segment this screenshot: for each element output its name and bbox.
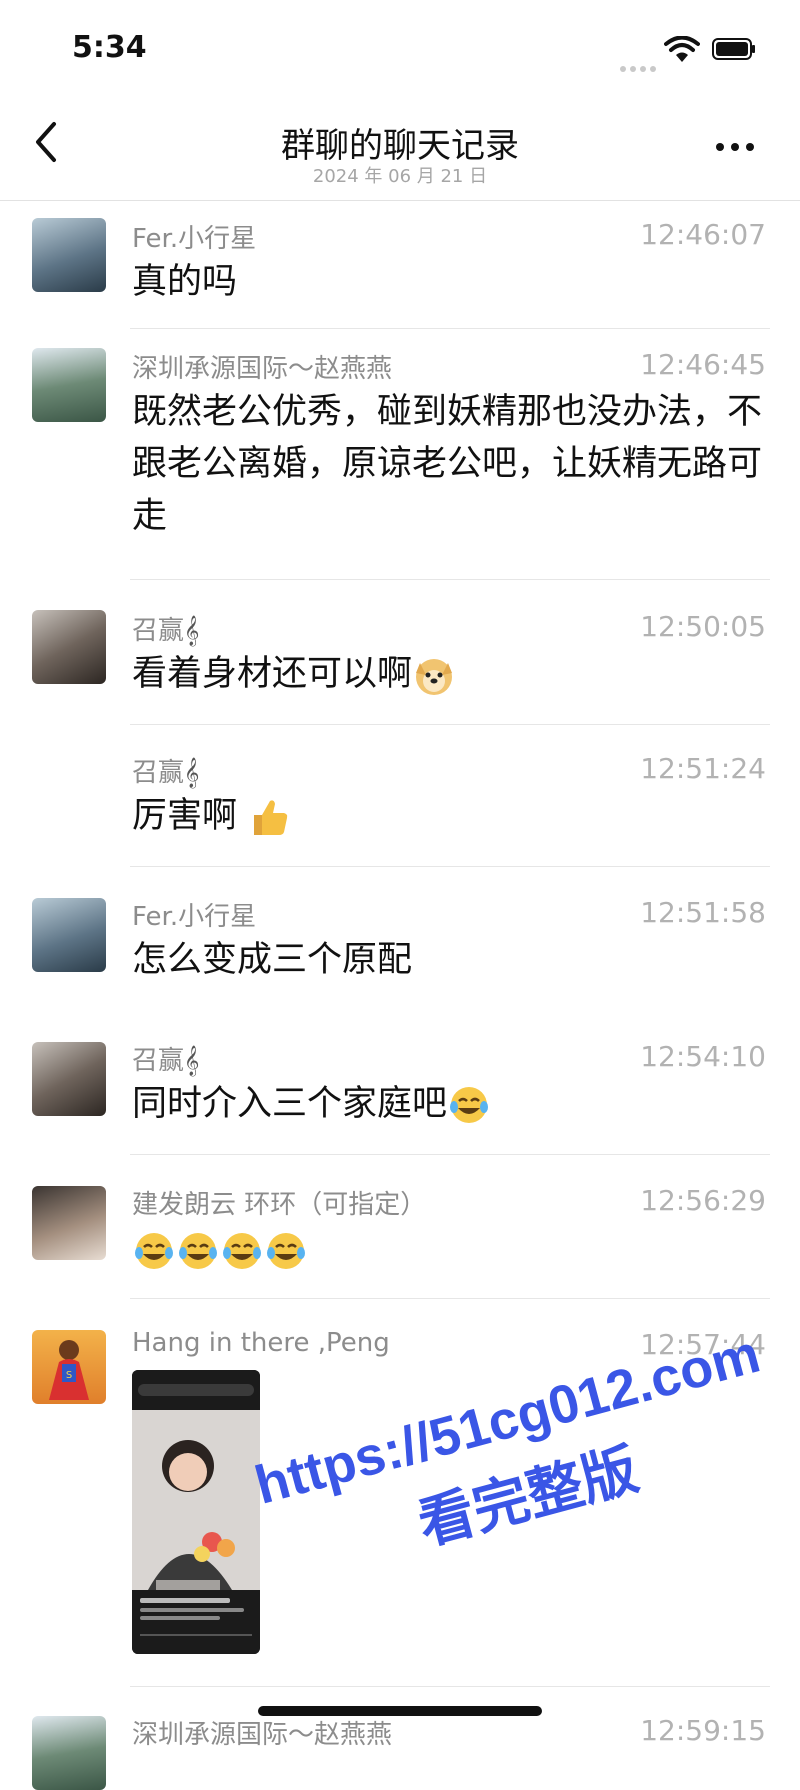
sender-name: Fer.小行星 xyxy=(132,902,257,932)
message-text-content: 同时介入三个家庭吧 xyxy=(132,1084,448,1124)
message-time: 12:46:07 xyxy=(640,218,766,251)
message-time: 12:56:29 xyxy=(640,1184,766,1217)
chat-date: 2024 年 06 月 21 日 xyxy=(312,166,488,187)
message-text: 真的吗 xyxy=(132,262,238,302)
page-title: 群聊的聊天记录 xyxy=(281,126,519,166)
sender-name: Hang in there ,Peng xyxy=(132,1328,390,1358)
tears-of-joy-emoji-icon xyxy=(179,1233,217,1269)
avatar[interactable]: S xyxy=(32,1330,106,1404)
avatar[interactable] xyxy=(32,1716,106,1790)
divider xyxy=(130,866,770,867)
message-time: 12:51:24 xyxy=(640,752,766,785)
sender-name: 召赢𝄞 xyxy=(132,752,199,789)
message-text: 厉害啊 xyxy=(132,790,762,842)
message-time: 12:51:58 xyxy=(640,896,766,929)
cellular-signal-icon xyxy=(620,57,660,72)
divider xyxy=(130,1298,770,1299)
divider xyxy=(130,328,770,329)
home-indicator xyxy=(258,1706,542,1716)
sender-name-text: 召赢 xyxy=(132,616,185,646)
message-text: 看着身材还可以啊 xyxy=(132,648,762,700)
svg-text:S: S xyxy=(66,1370,72,1381)
message-text-content: 厉害啊 xyxy=(132,796,238,836)
sender-name: 建发朗云 环环（可指定） xyxy=(132,1190,427,1220)
avatar[interactable] xyxy=(32,1186,106,1260)
message-time: 12:59:15 xyxy=(640,1714,766,1747)
message-text: 同时介入三个家庭吧 xyxy=(132,1078,762,1130)
sender-name: 召赢𝄞 xyxy=(132,1040,199,1077)
message-text: 怎么变成三个原配 xyxy=(132,940,413,980)
sender-name: 深圳承源国际～赵燕燕 xyxy=(132,354,393,384)
music-note-icon: 𝄞 xyxy=(184,1046,200,1076)
sender-name: Fer.小行星 xyxy=(132,224,257,254)
message-text-content: 看着身材还可以啊 xyxy=(132,654,413,694)
sender-name-text: 召赢 xyxy=(132,758,185,788)
divider xyxy=(130,579,770,580)
tears-of-joy-emoji-icon xyxy=(223,1233,261,1269)
tears-of-joy-emoji-icon xyxy=(267,1233,305,1269)
superhero-avatar-icon: S xyxy=(49,1340,89,1400)
nav-bar: 群聊的聊天记录 2024 年 06 月 21 日 xyxy=(0,100,800,201)
sender-name-text: 召赢 xyxy=(132,1046,185,1076)
thumbs-up-emoji-icon xyxy=(254,800,288,835)
tears-of-joy-emoji-icon xyxy=(135,1233,173,1269)
avatar[interactable] xyxy=(32,610,106,684)
divider xyxy=(130,724,770,725)
wifi-icon xyxy=(664,36,700,62)
music-note-icon: 𝄞 xyxy=(184,616,200,646)
sender-name: 召赢𝄞 xyxy=(132,610,199,647)
status-time: 5:34 xyxy=(72,30,147,65)
message-time: 12:50:05 xyxy=(640,610,766,643)
avatar[interactable] xyxy=(32,1042,106,1116)
tears-of-joy-emoji-icon xyxy=(450,1087,489,1123)
more-options-icon[interactable] xyxy=(716,136,764,151)
divider xyxy=(130,1686,770,1687)
message-time: 12:54:10 xyxy=(640,1040,766,1073)
avatar[interactable] xyxy=(32,348,106,422)
message-text: 既然老公优秀，碰到妖精那也没办法，不跟老公离婚，原谅老公吧，让妖精无路可走 xyxy=(132,392,763,536)
avatar[interactable] xyxy=(32,898,106,972)
avatar[interactable] xyxy=(32,218,106,292)
battery-icon xyxy=(712,38,755,60)
message-time: 12:46:45 xyxy=(640,348,766,381)
music-note-icon: 𝄞 xyxy=(184,758,200,788)
doge-emoji-icon xyxy=(416,659,453,695)
status-bar: 5:34 xyxy=(0,0,800,100)
message-emoji-row xyxy=(132,1224,762,1276)
divider xyxy=(130,1154,770,1155)
